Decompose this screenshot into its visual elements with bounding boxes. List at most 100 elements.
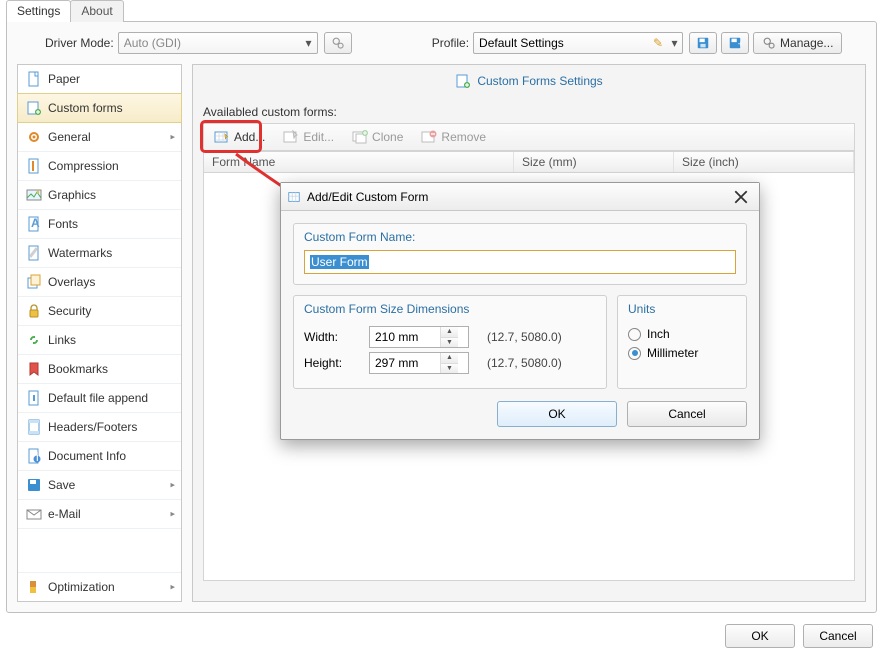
spin-up[interactable]: ▲: [441, 327, 458, 337]
sidebar-item-watermarks[interactable]: Watermarks: [18, 239, 181, 268]
gears-icon: [331, 36, 345, 50]
disk-icon: [26, 477, 42, 493]
dialog-ok-button[interactable]: OK: [497, 401, 617, 427]
form-edit-icon: [283, 129, 299, 145]
name-group-title: Custom Form Name:: [294, 224, 746, 246]
info-icon: i: [26, 448, 42, 464]
headers-footers-icon: [26, 419, 42, 435]
height-spinner[interactable]: ▲▼: [369, 352, 469, 374]
clone-button[interactable]: Clone: [346, 127, 409, 147]
sidebar-item-label: Fonts: [48, 217, 78, 231]
sidebar-item-overlays[interactable]: Overlays: [18, 268, 181, 297]
spin-down[interactable]: ▼: [441, 337, 458, 348]
gears-icon: [762, 36, 776, 50]
radio-checked-icon: [628, 347, 641, 360]
add-edit-custom-form-dialog: Add/Edit Custom Form Custom Form Name: U…: [280, 182, 760, 440]
spin-up[interactable]: ▲: [441, 353, 458, 363]
unit-mm-radio[interactable]: Millimeter: [628, 346, 736, 360]
dialog-titlebar[interactable]: Add/Edit Custom Form: [281, 183, 759, 211]
chevron-right-icon: ▸: [170, 480, 175, 491]
dialog-title: Add/Edit Custom Form: [307, 190, 428, 204]
save-profile-button[interactable]: [689, 32, 717, 54]
driver-mode-value[interactable]: [119, 33, 301, 53]
sidebar-item-label: Links: [48, 333, 76, 347]
remove-label: Remove: [441, 130, 486, 144]
sidebar-item-label: Default file append: [48, 391, 148, 405]
dimensions-group: Custom Form Size Dimensions Width: ▲▼ (1…: [293, 295, 607, 389]
page-title-text: Custom Forms Settings: [477, 74, 602, 88]
add-button[interactable]: Add...: [208, 127, 271, 147]
lock-icon: [26, 303, 42, 319]
unit-inch-radio[interactable]: Inch: [628, 327, 736, 341]
height-input[interactable]: [370, 353, 440, 373]
sidebar-item-bookmarks[interactable]: Bookmarks: [18, 355, 181, 384]
close-icon: [734, 190, 748, 204]
col-size-inch[interactable]: Size (inch): [674, 152, 854, 172]
add-label: Add...: [234, 130, 265, 144]
sidebar-item-label: Headers/Footers: [48, 420, 137, 434]
sidebar-item-email[interactable]: e-Mail▸: [18, 500, 181, 529]
forms-toolbar: Add... Edit... Clone Remove: [203, 123, 855, 151]
dialog-cancel-button[interactable]: Cancel: [627, 401, 747, 427]
chevron-down-icon: ▾: [300, 36, 316, 50]
sidebar-item-label: Paper: [48, 72, 80, 86]
tab-settings[interactable]: Settings: [6, 0, 71, 22]
driver-mode-settings-button[interactable]: [324, 32, 352, 54]
units-group-title: Units: [618, 296, 746, 318]
custom-form-name-input[interactable]: User Form: [304, 250, 736, 274]
sidebar-item-label: e-Mail: [48, 507, 81, 521]
sidebar-item-label: Security: [48, 304, 91, 318]
sidebar-item-label: Watermarks: [48, 246, 112, 260]
page-title: Custom Forms Settings: [193, 73, 865, 89]
compression-icon: [26, 158, 42, 174]
dimensions-group-title: Custom Form Size Dimensions: [294, 296, 606, 318]
disk-plus-icon: +: [728, 36, 742, 50]
sidebar-item-label: Overlays: [48, 275, 95, 289]
edit-button[interactable]: Edit...: [277, 127, 340, 147]
cancel-button[interactable]: Cancel: [803, 624, 873, 648]
sidebar-item-document-info[interactable]: i Document Info: [18, 442, 181, 471]
email-icon: [26, 506, 42, 522]
sidebar-item-graphics[interactable]: Graphics: [18, 181, 181, 210]
bookmark-icon: [26, 361, 42, 377]
width-range: (12.7, 5080.0): [487, 330, 582, 344]
col-size-mm[interactable]: Size (mm): [514, 152, 674, 172]
sidebar-item-general[interactable]: General▸: [18, 123, 181, 152]
remove-button[interactable]: Remove: [415, 127, 492, 147]
profile-combo[interactable]: ✎ ▾: [473, 32, 683, 54]
sidebar-item-links[interactable]: Links: [18, 326, 181, 355]
driver-mode-label: Driver Mode:: [45, 36, 114, 50]
width-spinner[interactable]: ▲▼: [369, 326, 469, 348]
profile-value[interactable]: [474, 33, 649, 53]
col-form-name[interactable]: Form Name: [204, 152, 514, 172]
sidebar-item-default-file-append[interactable]: Default file append: [18, 384, 181, 413]
paper-icon: [26, 71, 42, 87]
sidebar-item-fonts[interactable]: AFonts: [18, 210, 181, 239]
tab-about[interactable]: About: [70, 0, 123, 22]
spin-down[interactable]: ▼: [441, 363, 458, 374]
disk-icon: [696, 36, 710, 50]
sidebar-item-save[interactable]: Save▸: [18, 471, 181, 500]
available-forms-label: Availabled custom forms:: [203, 105, 337, 119]
profile-label: Profile:: [432, 36, 469, 50]
sidebar-item-headers-footers[interactable]: Headers/Footers: [18, 413, 181, 442]
form-clone-icon: [352, 129, 368, 145]
close-button[interactable]: [729, 187, 753, 207]
sidebar-item-optimization[interactable]: Optimization▸: [18, 572, 181, 601]
ok-button[interactable]: OK: [725, 624, 795, 648]
sidebar-item-label: Graphics: [48, 188, 96, 202]
sidebar-item-label: Document Info: [48, 449, 126, 463]
gear-icon: [26, 129, 42, 145]
edit-label: Edit...: [303, 130, 334, 144]
manage-button[interactable]: Manage...: [753, 32, 842, 54]
sidebar-item-security[interactable]: Security: [18, 297, 181, 326]
svg-text:i: i: [36, 450, 39, 464]
sidebar-item-paper[interactable]: Paper: [18, 65, 181, 94]
form-icon: [287, 190, 301, 204]
save-profile-as-button[interactable]: +: [721, 32, 749, 54]
width-input[interactable]: [370, 327, 440, 347]
sidebar-item-custom-forms[interactable]: Custom forms: [17, 93, 182, 123]
driver-mode-combo[interactable]: ▾: [118, 32, 318, 54]
height-range: (12.7, 5080.0): [487, 356, 582, 370]
sidebar-item-compression[interactable]: Compression: [18, 152, 181, 181]
